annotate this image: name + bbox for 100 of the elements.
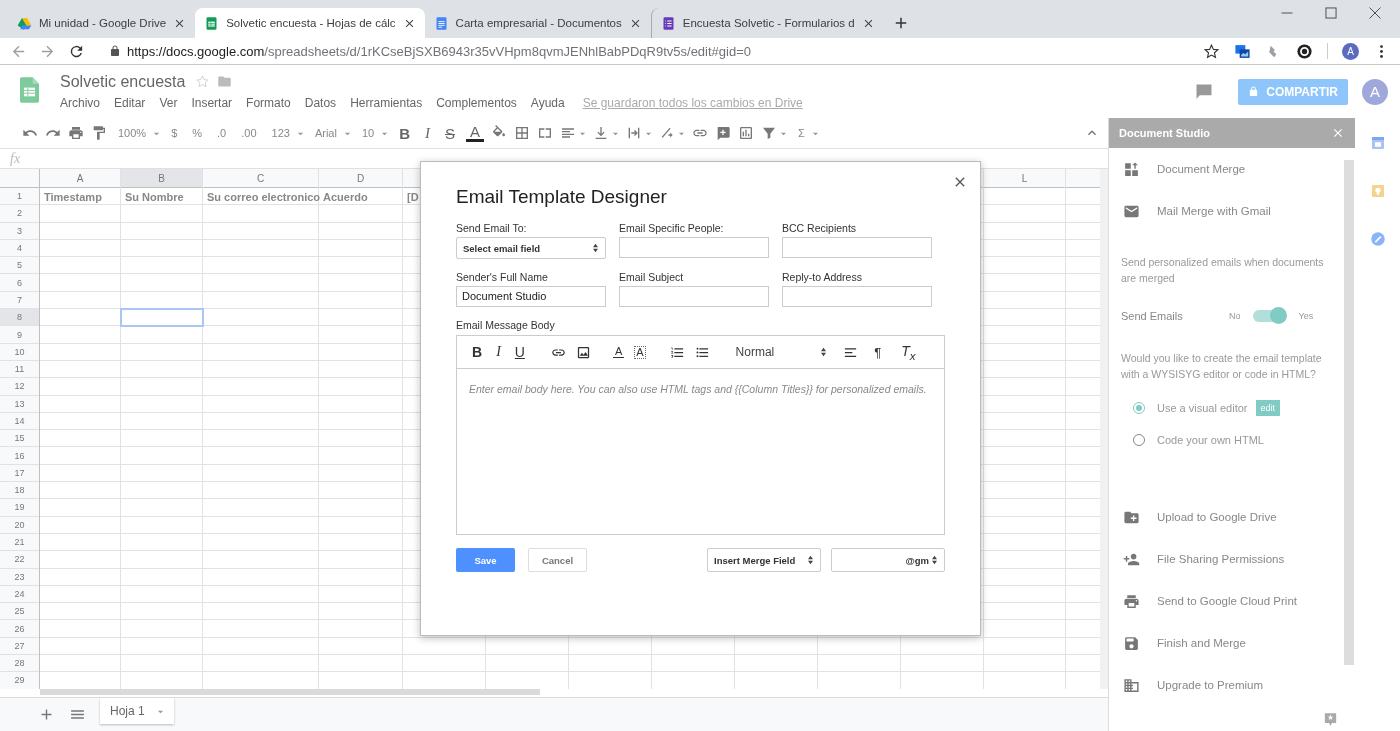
- select-field[interactable]: Select email field: [456, 237, 606, 259]
- scrollbar[interactable]: [1100, 169, 1108, 689]
- format-button[interactable]: ¶: [872, 344, 884, 360]
- sidebar-item[interactable]: Upgrade to Premium: [1109, 664, 1343, 706]
- merge-field-select[interactable]: Insert Merge Field: [707, 548, 821, 572]
- extension-icon[interactable]: [1234, 42, 1251, 60]
- save-button[interactable]: Save: [456, 548, 515, 572]
- check-circle-icon[interactable]: [1368, 230, 1387, 248]
- row-header[interactable]: 10: [0, 343, 39, 360]
- format-button[interactable]: I: [494, 344, 503, 360]
- column-header[interactable]: L: [984, 169, 1065, 187]
- toolbar-button[interactable]: 100%: [114, 127, 151, 139]
- row-header[interactable]: 15: [0, 430, 39, 447]
- toolbar-button[interactable]: Σ: [794, 127, 809, 139]
- message-body-field[interactable]: Enter email body here. You can also use HTML tags and {{Column Titles}} for personalized emails.: [457, 369, 944, 534]
- toolbar-button[interactable]: S: [441, 124, 459, 142]
- radio-label[interactable]: Use a visual editor: [1157, 402, 1248, 414]
- url-field[interactable]: https://docs.google.com/spreadsheets/d/1rKCseBjSXB6943r35vVHpm8qvmJENhlBabPDqR9tv5s/edit#gid=0: [127, 43, 751, 59]
- row-header[interactable]: 8: [0, 309, 39, 326]
- toggle-switch[interactable]: [1252, 310, 1285, 322]
- toolbar-button[interactable]: .00: [237, 127, 261, 139]
- input-field[interactable]: [619, 237, 769, 258]
- row-header[interactable]: 21: [0, 533, 39, 551]
- toolbar-button[interactable]: $: [167, 127, 182, 139]
- save-status-link[interactable]: Se guardaron todos los cambios en Drive: [582, 95, 803, 110]
- row-header[interactable]: 17: [0, 464, 39, 482]
- menu-item[interactable]: Archivo: [60, 95, 100, 110]
- row-header[interactable]: 3: [0, 222, 39, 239]
- profile-avatar[interactable]: A: [1342, 42, 1359, 60]
- menu-item[interactable]: Ver: [159, 95, 178, 110]
- row-header[interactable]: 6: [0, 274, 39, 291]
- row-header[interactable]: 4: [0, 239, 39, 257]
- column-header[interactable]: D: [319, 169, 402, 187]
- radio-label[interactable]: Code your own HTML: [1157, 434, 1264, 446]
- row-header[interactable]: 7: [0, 291, 39, 309]
- borders-icon[interactable]: [514, 125, 531, 141]
- browser-tab[interactable]: Mi unidad - Google Drive: [8, 8, 196, 38]
- row-header[interactable]: 1: [0, 188, 39, 205]
- menu-item[interactable]: Herramientas: [350, 95, 423, 110]
- browser-tab[interactable]: Solvetic encuesta - Hojas de cálc: [195, 8, 425, 38]
- star-icon[interactable]: [195, 74, 211, 89]
- input-field[interactable]: Document Studio: [456, 286, 606, 307]
- menu-item[interactable]: Complementos: [436, 95, 517, 110]
- row-header[interactable]: 27: [0, 637, 39, 654]
- toolbar-button[interactable]: 10: [357, 127, 379, 139]
- scrollbar[interactable]: [1344, 160, 1354, 665]
- row-header[interactable]: 24: [0, 585, 39, 603]
- row-header[interactable]: 22: [0, 551, 39, 568]
- row-header[interactable]: 29: [0, 672, 39, 689]
- row-header[interactable]: 2: [0, 205, 39, 222]
- sidebar-item[interactable]: Send to Google Cloud Print: [1109, 580, 1343, 622]
- menu-item[interactable]: Insertar: [191, 95, 233, 110]
- menu-item[interactable]: Datos: [304, 95, 337, 110]
- toolbar-button[interactable]: I: [421, 124, 434, 142]
- format-button[interactable]: U: [512, 344, 527, 360]
- sidebar-item[interactable]: Upload to Google Drive: [1109, 496, 1343, 538]
- row-header[interactable]: 20: [0, 516, 39, 533]
- column-header[interactable]: A: [40, 169, 120, 187]
- sheet-tab[interactable]: Hoja 1: [100, 698, 174, 724]
- column-header[interactable]: C: [203, 169, 318, 187]
- sidebar-item[interactable]: Finish and Merge: [1109, 622, 1343, 664]
- row-header[interactable]: 28: [0, 655, 39, 672]
- row-header[interactable]: 9: [0, 326, 39, 343]
- row-header[interactable]: 13: [0, 395, 39, 412]
- row-header[interactable]: 5: [0, 257, 39, 274]
- row-header[interactable]: 16: [0, 447, 39, 464]
- menu-item[interactable]: Ayuda: [530, 95, 565, 110]
- row-header[interactable]: 14: [0, 412, 39, 430]
- menu-item[interactable]: Formato: [246, 95, 291, 110]
- image-icon[interactable]: [575, 344, 591, 360]
- style-select[interactable]: Normal: [735, 345, 828, 359]
- cancel-button[interactable]: Cancel: [528, 548, 587, 572]
- browser-tab[interactable]: Carta empresarial - Documentos: [424, 8, 651, 38]
- scrollbar[interactable]: [40, 689, 540, 695]
- input-field[interactable]: [782, 286, 932, 307]
- sidebar-item[interactable]: File Sharing Permissions: [1109, 538, 1343, 580]
- format-button[interactable]: T$_{x}$: [899, 342, 918, 362]
- browser-tab[interactable]: Encuesta Solvetic - Formularios d: [650, 8, 884, 38]
- format-button[interactable]: A: [612, 346, 625, 358]
- row-header[interactable]: 19: [0, 499, 39, 516]
- selected-cell[interactable]: [120, 308, 204, 328]
- row-header[interactable]: 11: [0, 360, 39, 378]
- merge-cells-icon[interactable]: [537, 125, 554, 141]
- row-header[interactable]: 25: [0, 603, 39, 620]
- toolbar-button[interactable]: .0: [213, 127, 231, 139]
- toolbar-button[interactable]: A: [466, 124, 485, 142]
- row-header[interactable]: 18: [0, 482, 39, 499]
- domain-select[interactable]: @gm: [831, 548, 945, 572]
- toolbar-button[interactable]: 123: [267, 127, 294, 139]
- toolbar-button[interactable]: B: [395, 124, 414, 142]
- input-field[interactable]: [782, 237, 932, 258]
- format-button[interactable]: A: [634, 345, 646, 359]
- toolbar-button[interactable]: %: [188, 127, 207, 139]
- toolbar-button[interactable]: Arial: [310, 127, 341, 139]
- menu-item[interactable]: Editar: [114, 95, 146, 110]
- printer-icon[interactable]: [68, 125, 84, 141]
- input-field[interactable]: [619, 286, 769, 307]
- sidebar-item[interactable]: Document Merge: [1109, 148, 1343, 190]
- sidebar-item[interactable]: Mail Merge with Gmail: [1109, 190, 1343, 232]
- row-header[interactable]: 12: [0, 378, 39, 395]
